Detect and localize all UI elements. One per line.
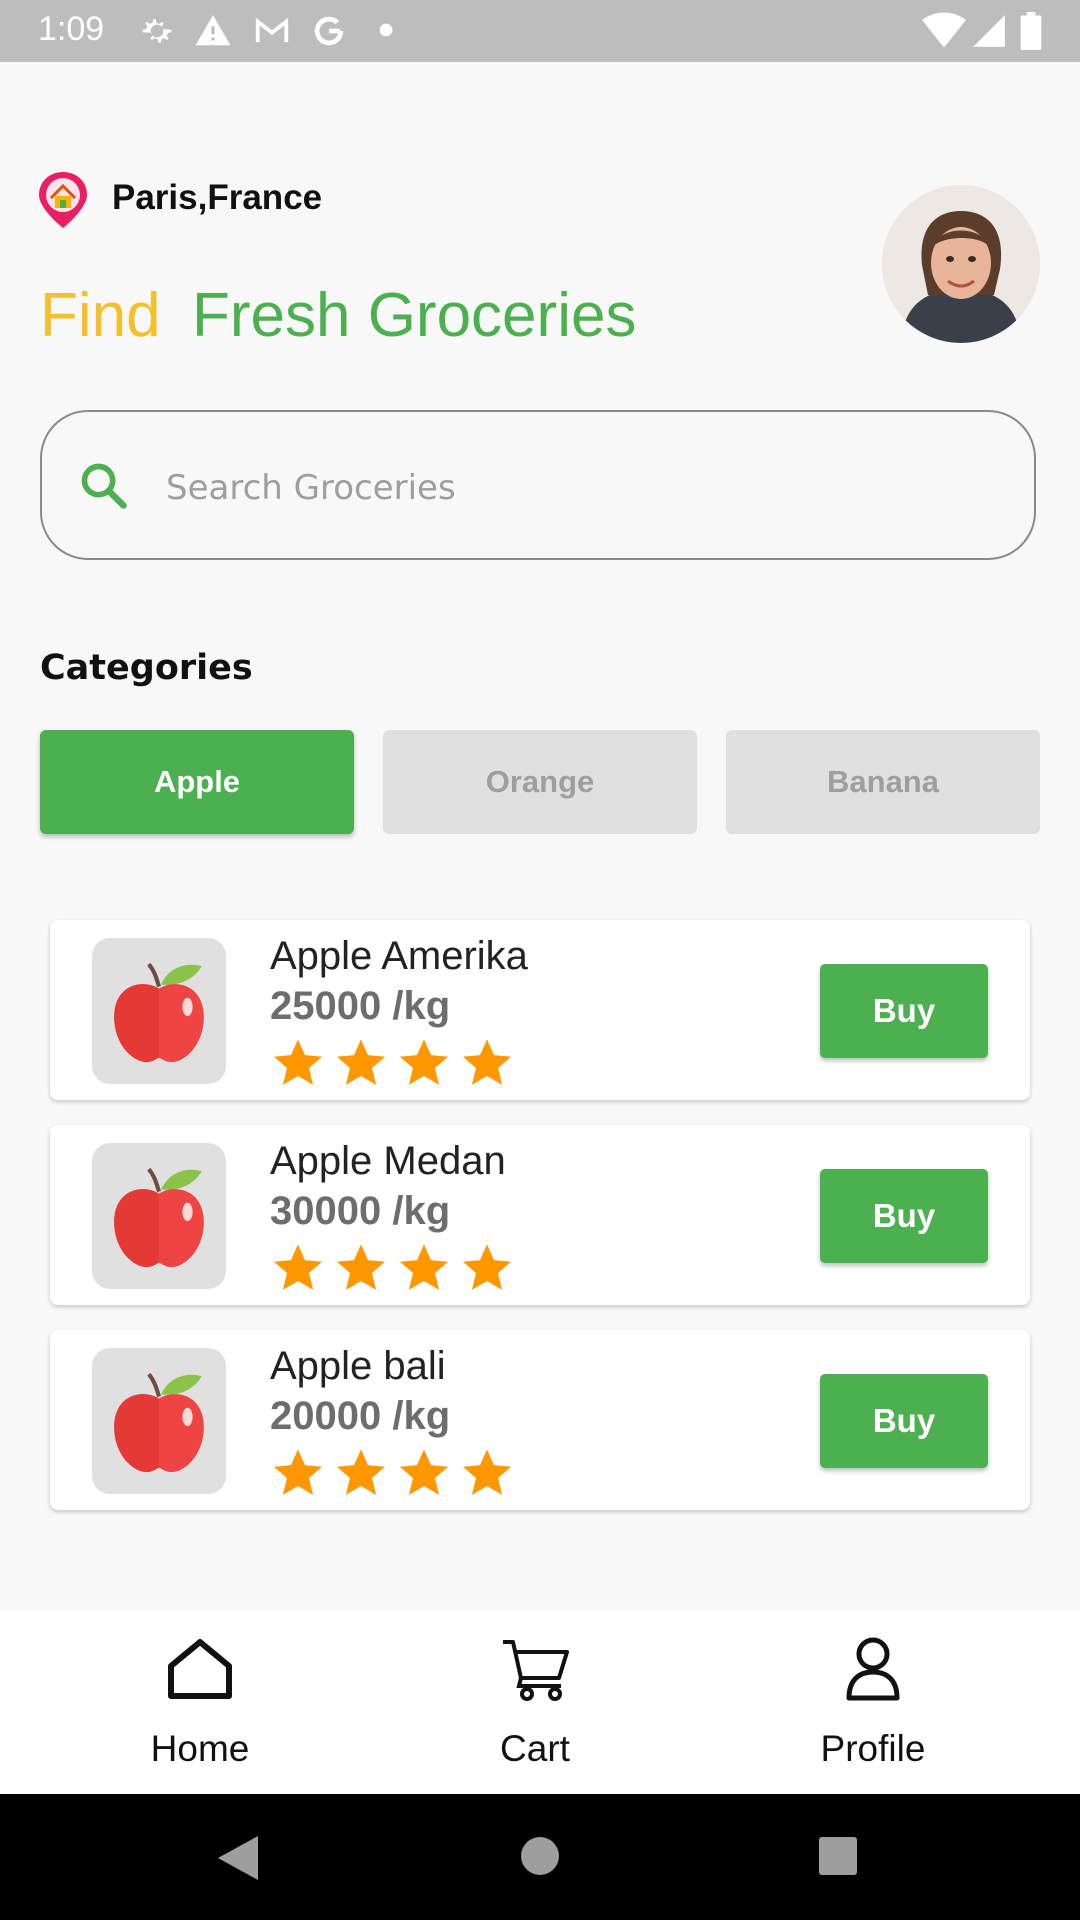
buy-button[interactable]: Buy <box>820 964 988 1058</box>
star-icon <box>462 1449 512 1495</box>
product-card[interactable]: Apple Amerika 25000 /kg Buy <box>50 920 1030 1100</box>
nav-item-home[interactable]: Home <box>100 1610 300 1794</box>
star-icon <box>273 1449 323 1495</box>
signal-icon <box>973 15 1005 47</box>
gmail-icon <box>255 17 289 43</box>
category-label: Banana <box>827 764 939 799</box>
nav-label: Cart <box>500 1728 570 1769</box>
system-nav-bar <box>0 1794 1080 1920</box>
battery-icon <box>1020 12 1042 50</box>
star-icon <box>399 1244 449 1290</box>
location-pin-icon <box>39 172 87 228</box>
star-icon <box>399 1039 449 1085</box>
user-avatar-photo <box>882 185 1040 343</box>
search-icon <box>81 463 127 509</box>
category-apple-button[interactable]: Apple <box>40 730 354 834</box>
buy-button[interactable]: Buy <box>820 1169 988 1263</box>
nav-item-profile[interactable]: Profile <box>773 1610 973 1794</box>
product-image <box>92 1348 226 1494</box>
apple-icon <box>114 962 204 1063</box>
star-icon <box>336 1449 386 1495</box>
categories-heading: Categories <box>40 648 253 688</box>
product-name: Apple Medan <box>270 1139 506 1183</box>
nav-label: Profile <box>820 1728 926 1769</box>
product-card[interactable]: Apple bali 20000 /kg Buy <box>50 1330 1030 1510</box>
profile-icon <box>846 1637 900 1701</box>
rating-stars <box>270 1036 522 1090</box>
avatar[interactable] <box>882 185 1040 343</box>
rating-stars <box>270 1241 522 1295</box>
wifi-icon <box>922 12 966 48</box>
star-icon <box>336 1039 386 1085</box>
apple-icon <box>114 1372 204 1473</box>
product-name: Apple Amerika <box>270 934 528 978</box>
star-icon <box>399 1449 449 1495</box>
product-card[interactable]: Apple Medan 30000 /kg Buy <box>50 1125 1030 1305</box>
location-label: Paris,France <box>112 178 323 217</box>
nav-label: Home <box>150 1728 250 1769</box>
recents-icon[interactable] <box>818 1836 858 1876</box>
buy-button[interactable]: Buy <box>820 1374 988 1468</box>
product-price: 25000 /kg <box>270 984 451 1028</box>
category-banana-button[interactable]: Banana <box>726 730 1040 834</box>
product-name: Apple bali <box>270 1344 446 1388</box>
title-fresh-groceries: Fresh Groceries <box>192 281 637 350</box>
apple-icon <box>114 1167 204 1268</box>
bottom-nav: Home Cart Profile <box>0 1610 1080 1794</box>
star-icon <box>336 1244 386 1290</box>
title-find: Find <box>40 281 161 350</box>
nav-item-cart[interactable]: Cart <box>435 1610 635 1794</box>
home-circle-icon[interactable] <box>520 1836 560 1876</box>
category-orange-button[interactable]: Orange <box>383 730 697 834</box>
status-bar: 1:09 <box>0 0 1080 62</box>
rating-stars <box>270 1446 522 1500</box>
status-time: 1:09 <box>38 10 105 48</box>
star-icon <box>462 1244 512 1290</box>
warning-icon <box>195 15 231 46</box>
back-icon[interactable] <box>216 1834 260 1882</box>
star-icon <box>273 1039 323 1085</box>
product-image <box>92 1143 226 1289</box>
google-icon <box>314 16 344 46</box>
dot-icon <box>379 23 393 37</box>
star-icon <box>462 1039 512 1085</box>
gear-icon <box>142 19 172 43</box>
star-icon <box>273 1244 323 1290</box>
product-price: 20000 /kg <box>270 1394 451 1438</box>
cart-icon <box>503 1640 569 1701</box>
category-label: Orange <box>485 764 595 799</box>
home-icon <box>168 1639 232 1699</box>
product-image <box>92 938 226 1084</box>
search-bar[interactable] <box>40 410 1036 560</box>
product-price: 30000 /kg <box>270 1189 451 1233</box>
search-input[interactable] <box>164 452 988 524</box>
category-label: Apple <box>153 764 241 799</box>
